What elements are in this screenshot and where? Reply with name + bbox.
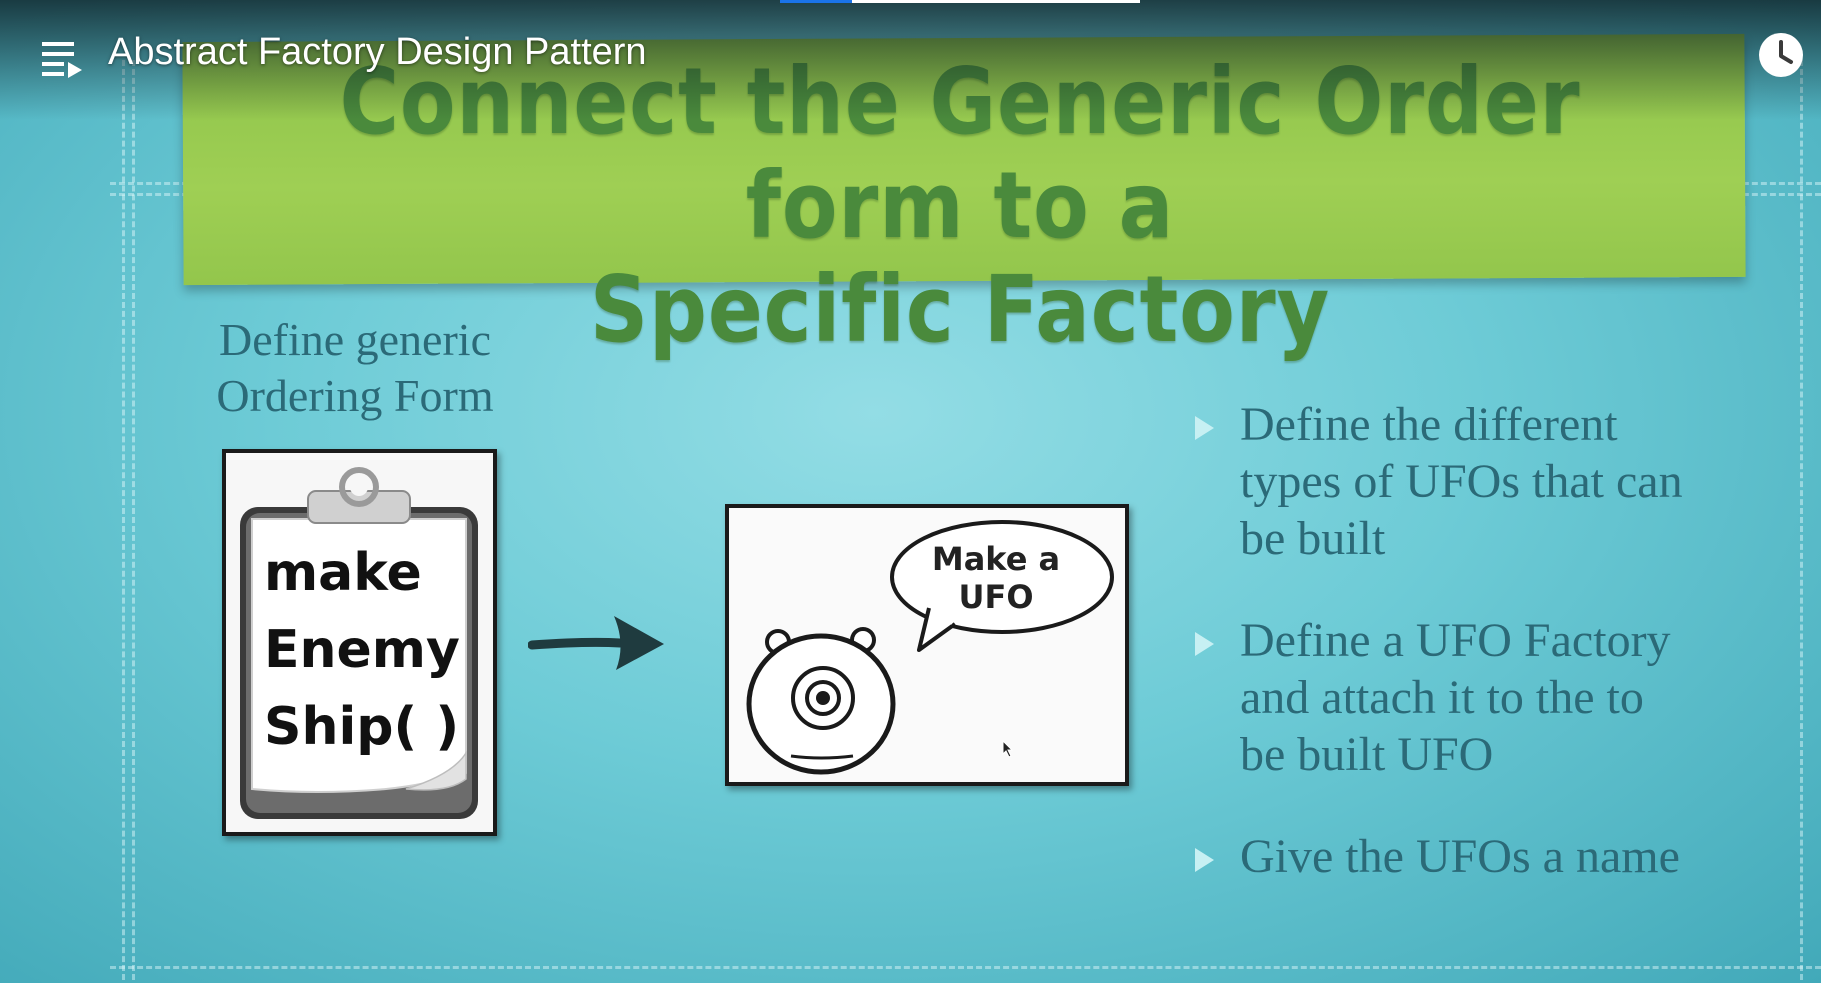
speech-bubble-text: Make a UFO (911, 540, 1081, 616)
bullet-line: be built UFO (1240, 728, 1494, 781)
triangle-bullet-icon (1195, 848, 1214, 872)
progress-played[interactable] (780, 0, 852, 3)
triangle-bullet-icon (1195, 632, 1214, 656)
bullet-line: and attach it to the to (1240, 671, 1644, 724)
clipboard-text: make Enemy Ship( ) (264, 535, 484, 766)
video-title[interactable]: Abstract Factory Design Pattern (108, 28, 647, 76)
slide-frame-bottom (110, 966, 1821, 969)
bullet-line: Give the UFOs a name (1240, 830, 1680, 883)
bullet-line: Define the different (1240, 398, 1618, 451)
triangle-bullet-icon (1195, 416, 1214, 440)
speech-line: Make a (931, 540, 1061, 578)
arrow-right-icon (528, 616, 664, 670)
clipboard-illustration: make Enemy Ship( ) (222, 449, 497, 836)
mouse-pointer-icon (1002, 740, 1014, 758)
slide-frame-left (122, 60, 125, 980)
slide-frame-right (1800, 60, 1803, 980)
clipboard-line: make (264, 543, 422, 603)
bullet-list: Define the different types of UFOs that … (1190, 396, 1750, 930)
bullet-line: types of UFOs that can (1240, 455, 1683, 508)
bullet-item: Define a UFO Factory and attach it to th… (1190, 612, 1750, 783)
bullet-item: Define the different types of UFOs that … (1190, 396, 1750, 567)
ufo-illustration: Make a UFO (725, 504, 1129, 786)
bullet-line: be built (1240, 512, 1386, 565)
progress-buffered[interactable] (852, 0, 1140, 3)
slide-frame-left-inner (132, 60, 135, 980)
clock-icon[interactable] (1758, 32, 1804, 78)
left-caption: Define generic Ordering Form (170, 312, 540, 424)
bullet-item: Give the UFOs a name (1190, 828, 1750, 885)
video-player[interactable]: Connect the Generic Order form to a Spec… (0, 0, 1821, 983)
clipboard-line: Ship( ) (264, 697, 460, 757)
playlist-icon[interactable] (40, 38, 84, 80)
clipboard-line: Enemy (264, 620, 460, 680)
bullet-line: Define a UFO Factory (1240, 614, 1671, 667)
left-caption-line: Ordering Form (216, 370, 494, 421)
speech-line: UFO (958, 578, 1034, 616)
left-caption-line: Define generic (218, 314, 491, 365)
